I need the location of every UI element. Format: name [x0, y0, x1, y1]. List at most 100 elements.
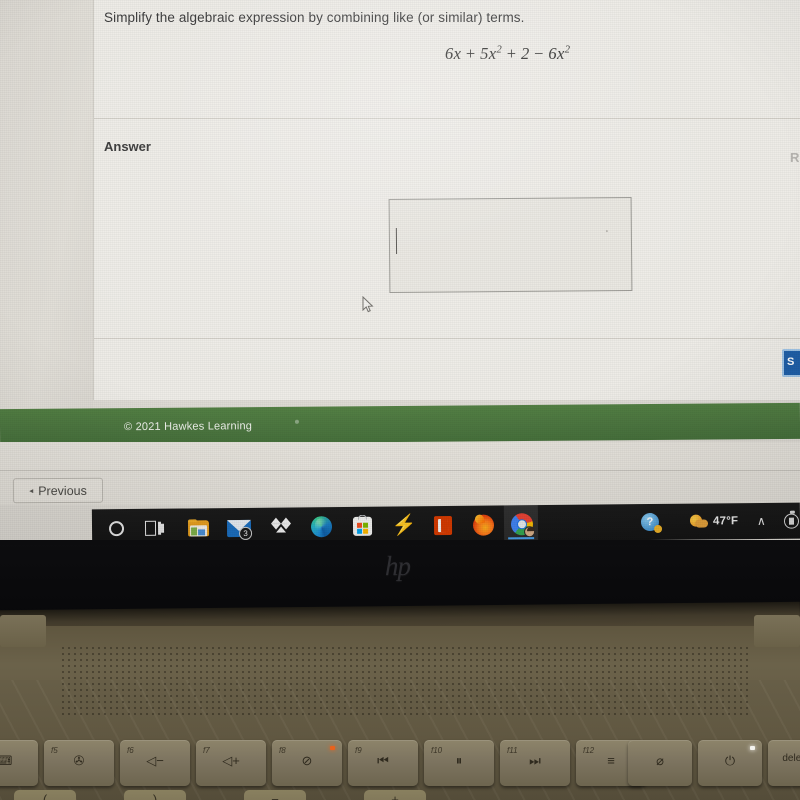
key-camera-off[interactable]: ⌀	[628, 740, 692, 786]
taskbar-item-file-explorer[interactable]	[187, 516, 209, 538]
navigation-strip	[0, 471, 800, 505]
key-paren-close[interactable]: )	[124, 790, 186, 800]
tray-show-hidden-icons[interactable]: ∧	[757, 503, 766, 539]
tray-item-help[interactable]: ?	[640, 504, 663, 540]
hinge-cap-right	[754, 615, 800, 647]
keyboard-backlight-icon: ⌨	[0, 753, 13, 768]
expr-term-1: 6x	[445, 44, 462, 63]
key-plus[interactable]: +	[364, 790, 426, 800]
help-question-glyph: ?	[646, 516, 654, 529]
volume-down-icon: ◁−	[146, 753, 164, 768]
expr-term-3: 2	[520, 44, 530, 63]
microsoft-edge-icon	[310, 515, 332, 537]
key-delete[interactable]: delete	[768, 740, 800, 786]
lightning-bolt-icon: ⚡	[391, 514, 417, 537]
volume-mute-icon: ✇	[73, 753, 85, 768]
weather-temperature: 47°F	[712, 515, 739, 528]
taskbar-item-mail[interactable]: 3	[226, 516, 253, 540]
panel-divider-top	[93, 118, 800, 119]
help-icon: ?	[640, 512, 663, 534]
expr-term-4: 6x	[548, 44, 565, 63]
tray-item-weather[interactable]: 47°F	[689, 503, 739, 539]
key-paren-open[interactable]: (	[14, 790, 76, 800]
cortana-icon	[108, 520, 124, 536]
photo-of-laptop-screen: Simplify the algebraic expression by com…	[0, 0, 800, 800]
answer-label: Answer	[104, 139, 151, 154]
key-backlight[interactable]: ⌨	[0, 740, 38, 786]
key-f8-mic-mute[interactable]: f8 ⊘	[272, 740, 342, 786]
taskbar-item-dropbox[interactable]	[270, 515, 292, 537]
key-f10-play-pause[interactable]: f10 ⏸	[424, 740, 494, 786]
panel-divider-bottom	[93, 338, 800, 339]
key-f6-volume-down[interactable]: f6 ◁−	[120, 740, 190, 786]
right-edge-clipped-text: R	[790, 150, 800, 165]
site-footer-bar: © 2021 Hawkes Learning	[0, 402, 800, 446]
file-explorer-icon	[187, 518, 209, 536]
help-accent-dot	[654, 524, 663, 534]
below-footer-area	[0, 442, 800, 470]
mic-mute-led	[330, 746, 335, 750]
microsoft-office-icon	[433, 515, 453, 535]
answer-input-box[interactable]	[388, 196, 633, 294]
taskbar-item-microsoft-store[interactable]	[351, 514, 373, 537]
math-expression: 6x + 5x2 + 2 − 6x2	[445, 44, 570, 64]
volume-up-icon: ◁+	[222, 753, 240, 768]
delete-key-label: delete	[782, 753, 800, 764]
google-chrome-icon	[510, 513, 536, 538]
footer-speck	[294, 419, 299, 424]
previous-button-label: Previous	[38, 483, 87, 498]
firefox-icon	[472, 514, 494, 536]
taskbar-item-google-chrome[interactable]	[510, 513, 536, 538]
dust-speck	[605, 230, 608, 233]
expr-term-2: 5x	[480, 44, 497, 63]
taskbar-item-firefox[interactable]	[472, 514, 494, 536]
submit-button-label: S	[787, 356, 795, 368]
taskbar-item-flash[interactable]: ⚡	[391, 514, 417, 537]
key-f5-mute[interactable]: f5 ✇	[44, 740, 114, 786]
taskbar-item-cortana[interactable]	[105, 517, 127, 539]
taskbar-item-microsoft-office[interactable]	[432, 514, 454, 536]
text-caret	[395, 227, 398, 254]
battery-icon	[783, 513, 800, 529]
expr-op-1: +	[465, 44, 476, 63]
key-f7-volume-up[interactable]: f7 ◁+	[196, 740, 266, 786]
key-power[interactable]: ⏻	[698, 740, 762, 786]
key-f11-next-track[interactable]: f11 ⏭	[500, 740, 570, 786]
microphone-mute-icon: ⊘	[301, 753, 313, 768]
chevron-up-icon: ∧	[756, 513, 766, 529]
mouse-cursor	[362, 296, 374, 313]
hinge-cap-left	[0, 615, 46, 647]
taskbar-item-microsoft-edge[interactable]	[310, 515, 332, 537]
mail-unread-badge: 3	[239, 526, 253, 540]
page-left-margin	[0, 0, 93, 470]
task-view-icon	[144, 520, 165, 536]
laptop-screen: Simplify the algebraic expression by com…	[0, 0, 800, 545]
next-track-icon: ⏭	[529, 753, 541, 768]
previous-button[interactable]: ◂ Previous	[12, 477, 104, 504]
hp-logo: hp	[385, 551, 411, 581]
expr-op-3: −	[534, 44, 544, 63]
key-f9-previous-track[interactable]: f9 ⏮	[348, 740, 418, 786]
expr-term-4-exponent: 2	[564, 44, 571, 56]
windows-taskbar[interactable]: 3 ⚡ ? 47°F ∧	[91, 502, 800, 545]
microsoft-store-icon	[352, 514, 372, 536]
taskbar-item-task-view[interactable]	[144, 517, 166, 539]
submit-button[interactable]: S	[782, 349, 800, 377]
chrome-profile-avatar	[524, 526, 536, 538]
speaker-grille	[60, 645, 750, 715]
key-label: +	[391, 792, 399, 800]
power-icon: ⏻	[724, 753, 736, 768]
power-led	[750, 746, 755, 750]
question-text: Simplify the algebraic expression by com…	[104, 10, 525, 25]
key-label: −	[271, 792, 279, 800]
dropbox-icon	[270, 517, 292, 535]
key-label: )	[152, 792, 158, 800]
keyboard-function-row[interactable]: ⌨ f5 ✇ f6 ◁− f7 ◁+ f8 ⊘ f9 ⏮ f10 ⏸ f11 ⏭…	[0, 740, 800, 800]
previous-track-icon: ⏮	[377, 753, 389, 768]
left-arrow-icon: ◂	[29, 486, 34, 496]
key-minus[interactable]: −	[244, 790, 306, 800]
tray-item-battery[interactable]	[783, 503, 800, 539]
play-pause-icon: ⏸	[455, 753, 463, 768]
expr-term-2-exponent: 2	[496, 44, 503, 56]
expr-op-2: +	[506, 44, 517, 63]
